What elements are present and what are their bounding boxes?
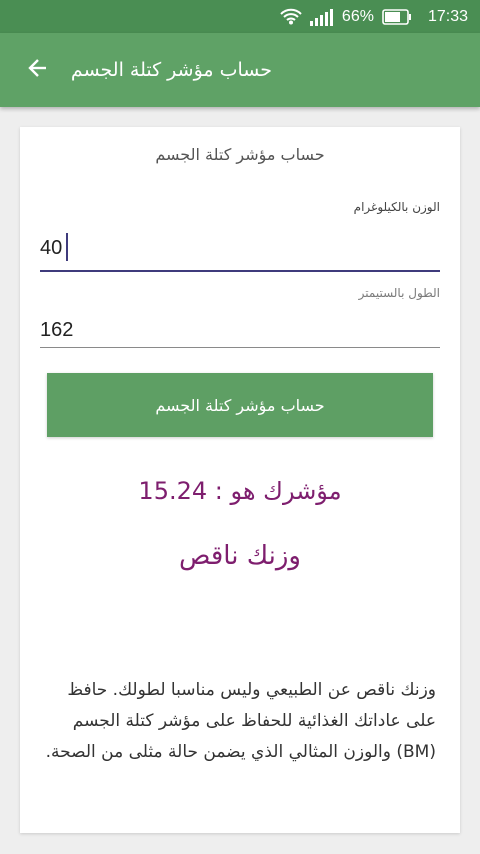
battery-percent: 66% <box>341 7 374 25</box>
battery-icon <box>382 8 412 25</box>
app-bar: حساب مؤشر كتلة الجسم <box>0 33 480 107</box>
text-caret <box>66 233 68 261</box>
weight-label: الوزن بالكيلوغرام <box>353 200 440 214</box>
wifi-icon <box>280 7 302 27</box>
weight-status: وزنك ناقص <box>179 541 301 571</box>
weight-input[interactable] <box>40 232 440 264</box>
height-input[interactable] <box>40 315 440 345</box>
advice-text: وزنك ناقص عن الطبيعي وليس مناسبا لطولك. … <box>45 680 436 762</box>
status-icons: 66% 17:33 <box>280 0 468 33</box>
clock: 17:33 <box>427 7 468 25</box>
bmi-card: حساب مؤشر كتلة الجسم الوزن بالكيلوغرام ا… <box>20 127 460 833</box>
calculate-button[interactable]: حساب مؤشر كتلة الجسم <box>47 373 433 437</box>
bmi-result: مؤشرك هو : 15.24 <box>138 477 342 505</box>
back-button[interactable] <box>14 46 62 94</box>
card-title: حساب مؤشر كتلة الجسم <box>155 145 325 164</box>
signal-icon <box>309 8 334 26</box>
height-label: الطول بالستيمتر <box>358 286 440 300</box>
arrow-back-icon <box>26 56 50 84</box>
status-bar: 66% 17:33 <box>0 0 480 33</box>
app-title: حساب مؤشر كتلة الجسم <box>70 59 272 81</box>
height-underline <box>40 347 440 348</box>
weight-underline <box>40 270 440 272</box>
